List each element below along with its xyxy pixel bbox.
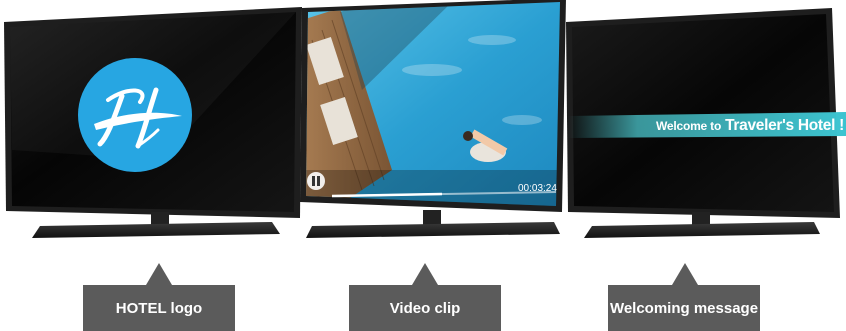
welcome-banner: Welcome to Traveler's Hotel ! [568,112,846,140]
welcome-prefix: Welcome to [655,119,722,133]
caption-pointer-message [672,263,698,285]
caption-hotel-logo: HOTEL logo [83,285,235,331]
caption-video-clip: Video clip [349,285,501,331]
video-tv [292,0,572,250]
video-timecode: 00:03:24 [518,183,557,194]
hotel-tv-features-illustration: 00:03:24 Welcome to Traveler's Hotel ! H… [0,0,846,331]
caption-pointer-logo [146,263,172,285]
welcome-message: Welcome to Traveler's Hotel ! [656,112,844,140]
caption-welcoming-message: Welcoming message [608,285,760,331]
pause-icon[interactable] [306,171,326,196]
hotel-logo [78,58,192,177]
caption-pointer-video [412,263,438,285]
hotel-name: Traveler's Hotel ! [725,117,844,134]
